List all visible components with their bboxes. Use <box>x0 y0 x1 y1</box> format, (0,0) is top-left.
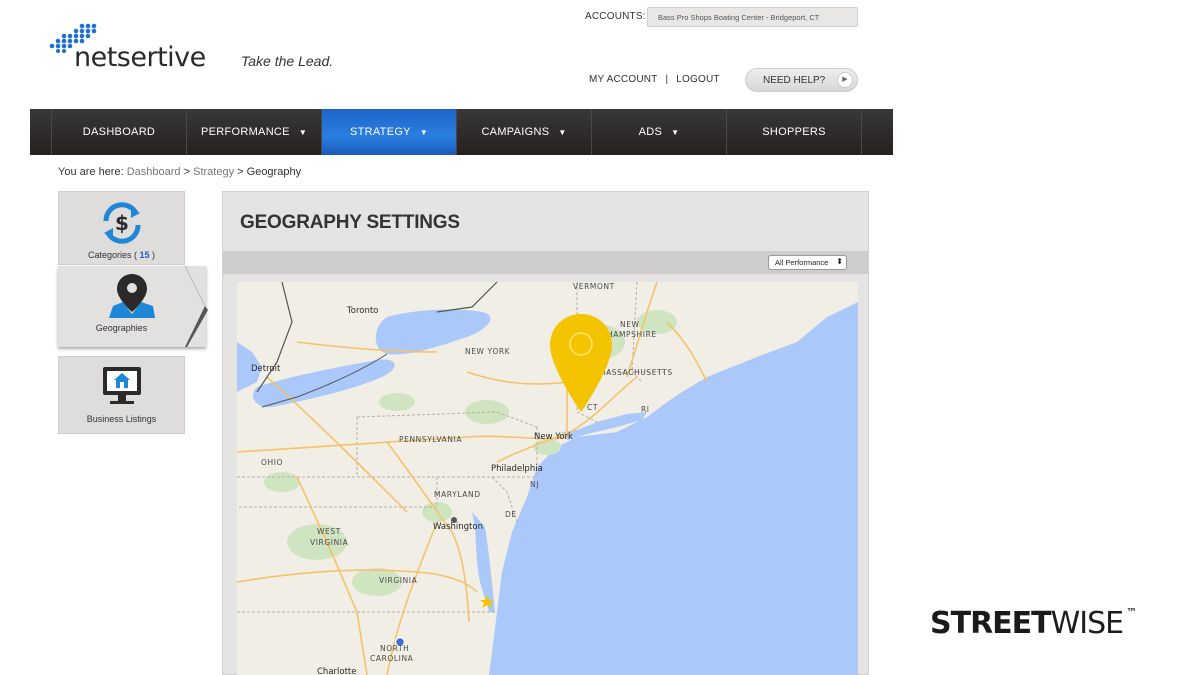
map-region-label: RI <box>641 405 650 414</box>
map-toolbar: All Performance ⬍ <box>223 251 868 274</box>
accounts-select[interactable]: Bass Pro Shops Boating Center - Bridgepo… <box>647 7 858 27</box>
map-region-label: NORTH <box>380 644 410 653</box>
map-region-label: VERMONT <box>573 282 615 291</box>
categories-suffix: ) <box>149 250 156 260</box>
streetwise-part2: WISE <box>1050 606 1125 641</box>
streetwise-part1: STREET <box>930 606 1052 641</box>
nav-dashboard-label: DASHBOARD <box>82 126 156 138</box>
map-region-label: PENNSYLVANIA <box>399 435 463 444</box>
link-separator: | <box>665 74 669 85</box>
breadcrumb-dashboard[interactable]: Dashboard <box>127 166 181 178</box>
nav-ads-label: ADS <box>638 126 663 138</box>
breadcrumb-current: Geography <box>246 166 302 178</box>
logout-link[interactable]: LOGOUT <box>676 74 719 85</box>
nav-left-edge <box>30 109 52 155</box>
map-city-label: Charlotte <box>317 667 357 675</box>
map-region-label: NEW <box>620 320 640 329</box>
map-city-label: New York <box>534 432 573 442</box>
breadcrumb-separator: > <box>183 166 191 178</box>
logo-wordmark: netsertive <box>74 42 206 73</box>
map-region-label: OHIO <box>261 458 284 467</box>
caret-down-icon: ▼ <box>298 127 308 137</box>
side-menu-categories[interactable]: $ Categories ( 15 ) <box>58 191 185 265</box>
nav-ads[interactable]: ADS ▼ <box>592 109 727 155</box>
netsertive-logo[interactable]: netsertive <box>48 22 228 74</box>
map-region-label: CAROLINA <box>370 654 414 663</box>
page-title: GEOGRAPHY SETTINGS <box>240 212 460 233</box>
map-pin-icon <box>108 274 155 318</box>
caret-down-icon: ▼ <box>419 127 429 137</box>
map-city-label: Detroit <box>251 364 281 374</box>
map-region-label: HAMPSHIRE <box>607 330 657 339</box>
categories-label-row: Categories ( 15 ) <box>59 250 184 260</box>
map-region-label: NJ <box>530 480 540 489</box>
map-city-label: Toronto <box>347 306 379 316</box>
map-city-label: Philadelphia <box>491 464 543 474</box>
breadcrumb-separator: > <box>237 166 244 178</box>
play-arrow-icon: ▶ <box>837 72 853 88</box>
nav-dashboard[interactable]: DASHBOARD <box>52 109 187 155</box>
tagline: Take the Lead. <box>241 53 334 69</box>
updown-arrows-icon: ⬍ <box>836 257 843 266</box>
breadcrumb-strategy[interactable]: Strategy <box>193 166 234 178</box>
map-region-label: NEW YORK <box>465 347 511 356</box>
caret-down-icon: ▼ <box>671 127 680 137</box>
nav-campaigns-label: CAMPAIGNS <box>481 126 550 138</box>
map-region-label: DE <box>505 510 517 519</box>
nav-right-edge <box>862 109 893 155</box>
side-menu-geographies[interactable]: Geographies <box>58 266 206 347</box>
account-links: MY ACCOUNT | LOGOUT <box>589 74 720 85</box>
location-marker-icon[interactable] <box>548 313 614 413</box>
svg-text:$: $ <box>115 211 129 235</box>
streetwise-logo: STREETWISE ™ <box>930 606 1137 641</box>
business-listings-label: Business Listings <box>86 414 157 424</box>
nav-shoppers-label: SHOPPERS <box>762 126 826 138</box>
caret-down-icon: ▼ <box>558 127 567 137</box>
nav-performance-label: PERFORMANCE <box>200 126 290 138</box>
map-region-label: MARYLAND <box>434 490 481 499</box>
nav-strategy[interactable]: STRATEGY ▼ <box>322 109 457 155</box>
trademark-symbol: ™ <box>1126 606 1137 619</box>
dollar-refresh-icon: $ <box>102 202 141 244</box>
accounts-label: ACCOUNTS: <box>585 11 646 22</box>
performance-filter-value: All Performance <box>775 258 829 267</box>
need-help-button[interactable]: NEED HELP? ▶ <box>745 68 858 92</box>
performance-filter-select[interactable]: All Performance ⬍ <box>768 255 847 270</box>
map-region-label: VIRGINIA <box>379 576 418 585</box>
breadcrumb: You are here: Dashboard > Strategy > Geo… <box>58 166 301 178</box>
main-nav: DASHBOARD PERFORMANCE ▼ STRATEGY ▼ CAMPAIG… <box>30 109 893 155</box>
my-account-link[interactable]: MY ACCOUNT <box>589 74 658 85</box>
monitor-home-icon <box>102 367 141 404</box>
map-region-label: WEST <box>317 527 341 536</box>
nav-shoppers[interactable]: SHOPPERS <box>727 109 862 155</box>
categories-label: Categories ( <box>87 250 137 260</box>
nav-campaigns[interactable]: CAMPAIGNS ▼ <box>457 109 592 155</box>
geographies-label: Geographies <box>95 323 148 333</box>
nav-performance[interactable]: PERFORMANCE ▼ <box>187 109 322 155</box>
nav-strategy-label: STRATEGY <box>349 126 411 138</box>
need-help-label: NEED HELP? <box>763 75 826 86</box>
breadcrumb-prefix: You are here: <box>58 166 124 178</box>
selected-arrow-icon <box>185 266 208 347</box>
map-region-label: VIRGINIA <box>310 538 349 547</box>
map-city-label: Washington <box>433 522 483 532</box>
side-menu-business-listings[interactable]: Business Listings <box>58 356 185 434</box>
categories-count: 15 <box>139 250 150 260</box>
